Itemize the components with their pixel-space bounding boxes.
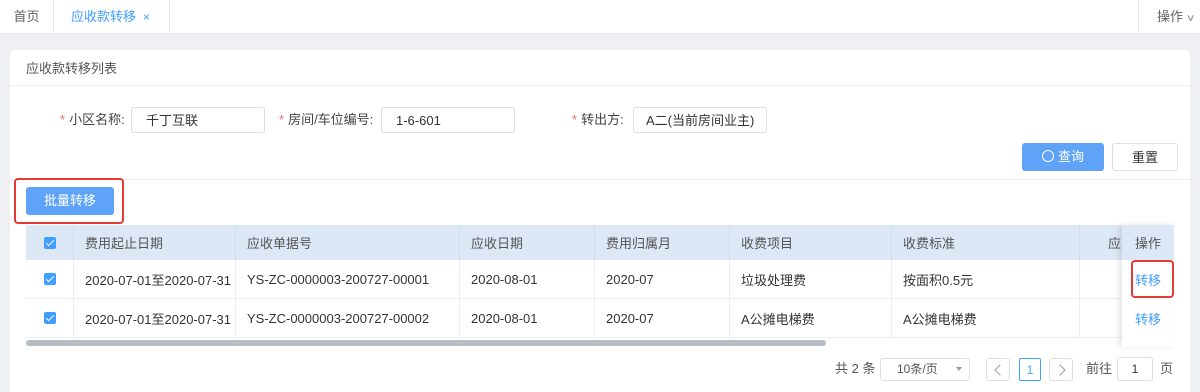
prev-page-button[interactable] (986, 358, 1010, 381)
table-row: 2020-07-01至2020-07-31 YS-ZC-0000003-2007… (26, 260, 1174, 299)
operations-dropdown[interactable]: 操作 ∨ (1138, 0, 1200, 34)
chevron-right-icon (1053, 363, 1066, 376)
operations-label: 操作 (1157, 9, 1184, 24)
column-header-item: 收费项目 (730, 225, 892, 260)
cell-period: 2020-07-01至2020-07-31 (74, 299, 236, 337)
column-header-due-date: 应收日期 (460, 225, 595, 260)
row-checkbox-cell[interactable] (26, 299, 74, 337)
room-label-text: 房间/车位编号: (288, 112, 374, 127)
select-all-checkbox-cell[interactable] (26, 225, 74, 260)
row-checkbox[interactable] (43, 273, 56, 285)
column-header-action: 操作 (1122, 225, 1174, 260)
page-size-select[interactable]: 10条/页 (880, 358, 970, 381)
transfer-from-label-text: 转出方: (581, 112, 624, 127)
query-button-label: 查询 (1057, 149, 1084, 164)
table-header: 费用起止日期 应收单据号 应收日期 费用归属月 收费项目 收费标准 应收 (26, 225, 1174, 260)
chevron-left-icon (993, 363, 1006, 376)
main-card: 应收款转移列表 * 小区名称: 千丁互联 * 房间/车位编号: 1-6-601 * 转… (10, 50, 1190, 392)
required-mark: * (572, 112, 578, 127)
row-checkbox-cell[interactable] (26, 260, 74, 298)
receivables-table: 费用起止日期 应收单据号 应收日期 费用归属月 收费项目 收费标准 应收 202… (26, 225, 1174, 347)
room-label: * 房间/车位编号: (279, 108, 373, 132)
room-input[interactable]: 1-6-601 (381, 107, 515, 133)
community-label: * 小区名称: (60, 108, 125, 132)
batch-transfer-button[interactable]: 批量转移 (26, 187, 114, 215)
goto-label: 前往 (1086, 361, 1113, 376)
table-row: 2020-07-01至2020-07-31 YS-ZC-0000003-2007… (26, 299, 1174, 338)
chevron-down-icon: ∨ (1185, 13, 1196, 24)
tab-bar: 首页 应收款转移 × 操作 ∨ (0, 0, 1200, 34)
cell-due-date: 2020-08-01 (460, 260, 595, 298)
cell-month: 2020-07 (595, 260, 730, 298)
tab-home[interactable]: 首页 (0, 0, 54, 34)
column-header-month: 费用归属月 (595, 225, 730, 260)
cell-bill-no: YS-ZC-0000003-200727-00002 (236, 299, 460, 337)
cell-bill-no: YS-ZC-0000003-200727-00001 (236, 260, 460, 298)
transfer-from-label: * 转出方: (572, 108, 624, 132)
select-all-checkbox[interactable] (43, 236, 56, 249)
row-checkbox[interactable] (43, 312, 56, 324)
page-number-current[interactable]: 1 (1019, 358, 1041, 381)
cell-item: 垃圾处理费 (730, 260, 892, 298)
next-page-button[interactable] (1049, 358, 1073, 381)
cell-period: 2020-07-01至2020-07-31 (74, 260, 236, 298)
query-button[interactable]: 查询 (1022, 143, 1104, 171)
tab-receivable-transfer[interactable]: 应收款转移 × (54, 0, 170, 34)
close-icon[interactable]: × (143, 0, 150, 34)
caret-down-icon (956, 367, 962, 371)
search-icon (1041, 150, 1054, 162)
reset-button[interactable]: 重置 (1112, 143, 1178, 171)
cell-month: 2020-07 (595, 299, 730, 337)
column-header-period: 费用起止日期 (74, 225, 236, 260)
goto-page-input[interactable]: 1 (1117, 357, 1153, 381)
cell-standard: 按面积0.5元 (892, 260, 1080, 298)
cell-standard: A公摊电梯费 (892, 299, 1080, 337)
tab-label: 应收款转移 (71, 9, 137, 24)
column-header-standard: 收费标准 (892, 225, 1080, 260)
column-header-bill-no: 应收单据号 (236, 225, 460, 260)
divider (10, 179, 1190, 180)
cell-item: A公摊电梯费 (730, 299, 892, 337)
page-suffix: 页 (1160, 361, 1174, 376)
page-size-label: 10条/页 (897, 362, 938, 376)
required-mark: * (279, 112, 285, 127)
transfer-from-select[interactable]: A二(当前房间业主) (633, 107, 767, 133)
pagination-total: 共 2 条 (835, 361, 876, 376)
required-mark: * (60, 112, 66, 127)
highlight-box-transfer (1131, 260, 1174, 298)
cell-due-date: 2020-08-01 (460, 299, 595, 337)
community-label-text: 小区名称: (69, 112, 125, 127)
card-title: 应收款转移列表 (10, 50, 1190, 86)
horizontal-scrollbar[interactable] (26, 340, 826, 346)
transfer-link[interactable]: 转移 (1122, 299, 1174, 338)
community-input[interactable]: 千丁互联 (131, 107, 265, 133)
